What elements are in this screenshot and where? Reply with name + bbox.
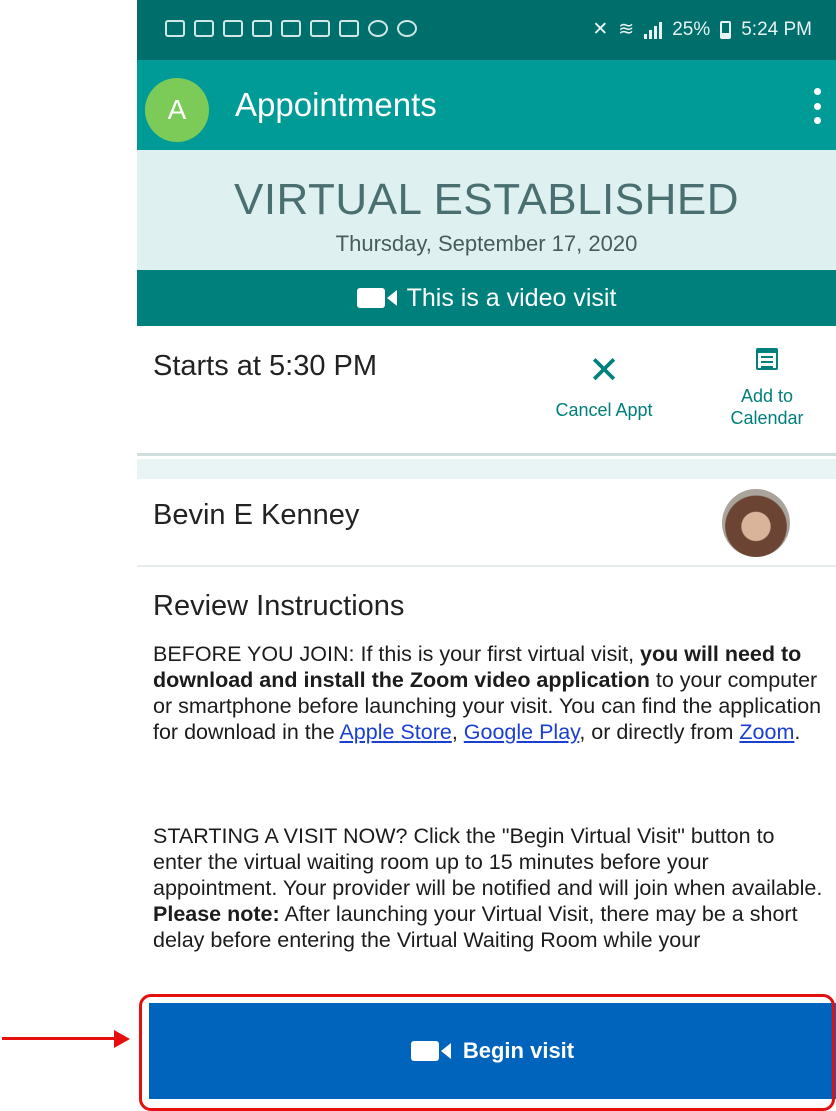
- video-banner-text: This is a video visit: [406, 283, 617, 312]
- instructions-title: Review Instructions: [153, 590, 405, 622]
- provider-row[interactable]: Bevin E Kenney: [137, 479, 836, 567]
- annotation-arrow-head: [114, 1030, 130, 1048]
- help-icon: [252, 20, 272, 37]
- apple-store-link[interactable]: Apple Store: [339, 720, 451, 744]
- wifi-icon: ≋: [618, 19, 635, 40]
- overflow-menu-icon[interactable]: [812, 88, 822, 124]
- phone-screen: ✕ ≋ 25% 5:24 PM A Appointments VIRTUAL E…: [137, 0, 836, 1111]
- video-visit-banner: This is a video visit: [137, 270, 836, 326]
- signal-icon: [644, 21, 663, 39]
- mail-icon: [194, 20, 214, 37]
- instructions-paragraph-1: BEFORE YOU JOIN: If this is your first v…: [153, 642, 822, 744]
- mail-icon: [223, 20, 243, 37]
- calendar-label: Add to Calendar: [730, 386, 804, 428]
- cancel-appointment-button[interactable]: ✕ Cancel Appt: [534, 352, 674, 421]
- status-bar: ✕ ≋ 25% 5:24 PM: [137, 0, 836, 60]
- clock: 5:24 PM: [741, 18, 812, 40]
- mail-icon: [165, 20, 185, 37]
- divider: [137, 459, 836, 479]
- shield-icon: [368, 20, 388, 37]
- start-time: Starts at 5:30 PM: [153, 350, 378, 382]
- video-camera-icon: [356, 288, 397, 308]
- google-play-link[interactable]: Google Play: [464, 720, 580, 744]
- annotation-highlight-box: [139, 994, 835, 1111]
- mute-icon: ✕: [592, 19, 609, 40]
- provider-photo: [722, 489, 790, 557]
- instructions-paragraph-2: STARTING A VISIT NOW? Click the "Begin V…: [153, 824, 823, 952]
- appointment-header: VIRTUAL ESTABLISHED Thursday, September …: [137, 150, 836, 270]
- provider-name: Bevin E Kenney: [153, 499, 360, 531]
- appointment-date: Thursday, September 17, 2020: [335, 231, 638, 256]
- battery-icon: [720, 20, 732, 39]
- app-bar: A Appointments: [137, 60, 836, 150]
- calendar-icon: [756, 348, 778, 370]
- zoom-link[interactable]: Zoom: [739, 720, 794, 744]
- image-icon: [281, 20, 301, 37]
- cancel-label: Cancel Appt: [555, 400, 653, 420]
- appointment-type: VIRTUAL ESTABLISHED: [233, 175, 740, 224]
- system-status: ✕ ≋ 25% 5:24 PM: [592, 18, 812, 41]
- person-icon: [339, 20, 359, 37]
- bag-icon: [310, 20, 330, 37]
- shield-icon: [397, 20, 417, 37]
- add-to-calendar-button[interactable]: Add to Calendar: [717, 348, 817, 429]
- close-icon: ✕: [588, 350, 620, 392]
- annotation-arrow: [2, 1037, 120, 1040]
- battery-percent: 25%: [672, 18, 711, 40]
- page-title: Appointments: [235, 86, 437, 123]
- time-card: Starts at 5:30 PM ✕ Cancel Appt Add to Ca…: [137, 332, 836, 456]
- notification-icons: [165, 20, 417, 37]
- account-avatar[interactable]: A: [145, 78, 209, 142]
